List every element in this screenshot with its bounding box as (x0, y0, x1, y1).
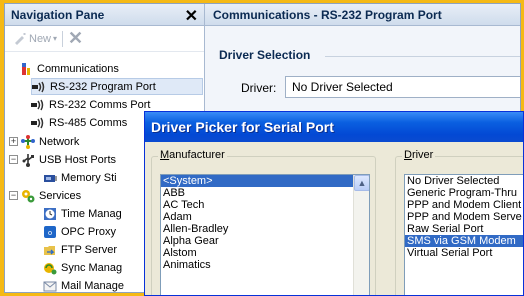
memory-stick-icon (43, 171, 57, 185)
tree-item-memory-stick[interactable]: Memory Sti (43, 169, 117, 186)
tree-item-rs232-program-port[interactable]: RS-232 Program Port (31, 78, 203, 95)
driver-field[interactable]: No Driver Selected (285, 76, 520, 98)
manufacturer-list-item[interactable]: AC Tech (161, 199, 369, 211)
tree-item-label: RS-232 Comms Port (49, 98, 151, 111)
tree-item-label: OPC Proxy (61, 225, 117, 238)
tree-item-sync-manager[interactable]: Sync Manag (43, 259, 122, 276)
section-divider (325, 56, 520, 57)
new-button-label: New (29, 32, 52, 45)
tree-item-label: Communications (37, 62, 119, 75)
chevron-down-icon: ▾ (53, 34, 58, 43)
tree-item-network[interactable]: Network (21, 133, 79, 150)
opc-icon: o (43, 225, 57, 239)
tree-item-rs232-comms-port[interactable]: RS-232 Comms Port (31, 96, 150, 113)
tree-item-label: Mail Manage (61, 279, 124, 292)
communications-icon (19, 62, 33, 76)
manufacturer-scrollbar[interactable]: ▲ (353, 175, 369, 295)
scroll-up-icon[interactable]: ▲ (354, 175, 369, 191)
collapse-icon[interactable]: − (9, 155, 18, 164)
driver-picker-dialog: Driver Picker for Serial Port Manufactur… (144, 111, 524, 296)
new-button[interactable]: New ▾ (13, 32, 58, 45)
tree-item-label: Memory Sti (61, 171, 117, 184)
dialog-title: Driver Picker for Serial Port (145, 112, 523, 142)
driver-list[interactable]: No Driver Selected Generic Program-Thru PP… (404, 174, 523, 295)
nav-toolbar: New ▾ ✕ (5, 26, 204, 52)
tree-item-label: USB Host Ports (39, 153, 117, 166)
manufacturer-group: Manufacturer <System> ABB AC Tech Adam Allen… (151, 149, 376, 295)
tree-item-label: RS-232 Program Port (50, 80, 156, 93)
tree-item-label: Services (39, 189, 82, 202)
mail-icon (43, 279, 57, 293)
serial-port-icon (31, 98, 45, 112)
serial-port-icon (32, 80, 46, 94)
driver-list-item[interactable]: SMS via GSM Modem (405, 235, 523, 247)
ftp-icon (43, 243, 57, 257)
tree-item-label: Time Manag (61, 207, 122, 220)
usb-icon (21, 153, 35, 167)
close-icon[interactable]: ✕ (185, 6, 198, 26)
tree-item-usb-host-ports[interactable]: USB Host Ports (21, 151, 116, 168)
driver-list-item[interactable]: No Driver Selected (405, 175, 523, 187)
tree-item-label: Network (39, 135, 80, 148)
expand-icon[interactable]: + (9, 137, 18, 146)
svg-text:o: o (48, 229, 52, 237)
tree-item-label: RS-485 Comms (49, 116, 128, 129)
tree-item-mail-manager[interactable]: Mail Manage (43, 277, 124, 293)
driver-group-label: Driver (402, 149, 436, 161)
manufacturer-list-item[interactable]: Allen-Bradley (161, 223, 369, 235)
tree-item-ftp-server[interactable]: FTP Server (43, 241, 117, 258)
serial-port-icon (31, 116, 45, 130)
manufacturer-list-item[interactable]: Alstom (161, 247, 369, 259)
tree-item-label: Sync Manag (61, 261, 123, 274)
tree-item-rs485-comms[interactable]: RS-485 Comms (31, 114, 127, 131)
nav-pane-header: Navigation Pane ✕ (5, 4, 204, 26)
manufacturer-group-label: Manufacturer (158, 149, 227, 161)
driver-label: Driver: (241, 81, 277, 95)
network-icon (21, 134, 35, 149)
delete-icon[interactable]: ✕ (68, 28, 83, 49)
manufacturer-list-item[interactable]: Animatics (161, 259, 369, 271)
manufacturer-list-item[interactable]: Adam (161, 211, 369, 223)
manufacturer-list-item[interactable]: ABB (161, 187, 369, 199)
sync-icon (43, 261, 57, 275)
tree-item-time-manager[interactable]: Time Manag (43, 205, 122, 222)
driver-list-item[interactable]: PPP and Modem Client (405, 199, 523, 211)
driver-group: Driver No Driver Selected Generic Program… (395, 149, 523, 295)
manufacturer-list-item[interactable]: <System> (161, 175, 369, 187)
driver-list-item[interactable]: Generic Program-Thru (405, 187, 523, 199)
manufacturer-list[interactable]: <System> ABB AC Tech Adam Allen-Bradley Alpha… (160, 174, 370, 295)
services-icon (21, 189, 35, 203)
driver-list-item[interactable]: Raw Serial Port (405, 223, 523, 235)
tree-item-label: FTP Server (61, 243, 118, 256)
collapse-icon[interactable]: − (9, 191, 18, 200)
section-title: Driver Selection (219, 48, 311, 62)
tree-item-services[interactable]: Services (21, 187, 81, 204)
manufacturer-list-item[interactable]: Alpha Gear (161, 235, 369, 247)
new-icon (15, 32, 26, 45)
tree-item-opc-proxy[interactable]: o OPC Proxy (43, 223, 116, 240)
driver-list-item[interactable]: PPP and Modem Serve (405, 211, 523, 223)
content-title: Communications - RS-232 Program Port (205, 4, 520, 26)
time-icon (43, 207, 57, 221)
tree-item-communications[interactable]: Communications (19, 60, 119, 77)
driver-list-item[interactable]: Virtual Serial Port (405, 247, 523, 259)
nav-pane-title: Navigation Pane (11, 7, 105, 22)
